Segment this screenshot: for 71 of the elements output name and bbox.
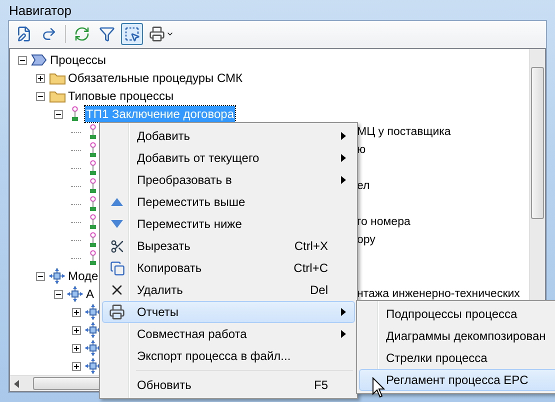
process-step-icon — [89, 196, 97, 212]
model-node-icon — [85, 340, 101, 356]
model-node-icon — [49, 268, 65, 284]
expand-toggle[interactable] — [72, 362, 80, 370]
process-chevron-icon — [31, 54, 47, 66]
tree-item-label: ю — [357, 142, 366, 158]
process-step-icon — [89, 232, 97, 248]
menu-item[interactable]: Диаграммы декомпозирован — [359, 325, 555, 347]
process-step-icon — [71, 106, 79, 122]
down-arrow-icon — [111, 220, 123, 228]
tree-item-label[interactable]: Процессы — [49, 52, 108, 68]
process-step-icon — [89, 250, 97, 266]
collapse-toggle[interactable] — [54, 110, 62, 118]
menu-item[interactable]: Экспорт процесса в файл... — [102, 345, 355, 367]
folder-icon — [48, 72, 66, 84]
menu-item[interactable]: Совместная работа — [102, 323, 355, 345]
process-step-icon — [89, 178, 97, 194]
collapse-toggle[interactable] — [54, 290, 62, 298]
refresh-icon — [74, 26, 90, 42]
process-step-icon — [89, 124, 97, 140]
scroll-left-arrow-icon[interactable] — [14, 380, 19, 388]
menu-item[interactable]: Обновить F5 — [102, 374, 355, 396]
selection-icon — [124, 26, 140, 42]
up-arrow-icon — [111, 198, 123, 206]
toolbar-button[interactable] — [121, 23, 143, 45]
menu-item[interactable]: Регламент процесса EPC — [359, 369, 555, 391]
collapse-toggle[interactable] — [36, 272, 44, 280]
tree-item-label: ору — [357, 232, 376, 248]
menu-item[interactable]: Отчеты — [102, 301, 355, 323]
window-title: Навигатор — [9, 2, 72, 18]
menu-item[interactable]: Удалить Del — [102, 279, 355, 301]
expand-toggle[interactable] — [36, 74, 44, 82]
model-node-icon — [85, 322, 101, 338]
expand-toggle[interactable] — [72, 326, 80, 334]
caret-icon — [166, 30, 174, 38]
tree-item-label[interactable]: А — [85, 286, 96, 302]
printer-icon — [109, 304, 125, 320]
tree-item-label[interactable]: Обязательные процедуры СМК — [67, 70, 244, 86]
tree-item-label: МЦ у поставщика — [357, 124, 451, 140]
collapse-toggle[interactable] — [36, 92, 44, 100]
model-node-icon — [85, 304, 101, 320]
menu-item[interactable]: Стрелки процесса — [359, 347, 555, 369]
model-node-icon — [85, 358, 101, 374]
folder-icon — [48, 90, 66, 102]
menu-item[interactable]: Добавить — [102, 125, 355, 147]
model-node-icon — [67, 286, 83, 302]
collapse-toggle[interactable] — [18, 56, 26, 64]
menu-item[interactable]: Добавить от текущего — [102, 147, 355, 169]
tree-item-label[interactable]: Типовые процессы — [67, 88, 175, 104]
copy-icon — [110, 260, 124, 276]
menu-item[interactable]: Переместить выше — [102, 191, 355, 213]
filter-icon — [99, 26, 115, 42]
tree-item-label: го номера — [357, 214, 410, 230]
menu-item[interactable]: Переместить ниже — [102, 213, 355, 235]
printer-icon — [149, 26, 165, 42]
edit-icon — [16, 26, 32, 42]
menu-item[interactable]: Преобразовать в — [102, 169, 355, 191]
expand-toggle[interactable] — [72, 344, 80, 352]
menu-item[interactable]: Копировать Ctrl+C — [102, 257, 355, 279]
scissors-icon — [110, 238, 124, 254]
process-step-icon — [89, 160, 97, 176]
process-step-icon — [89, 214, 97, 230]
menu-item[interactable]: Вырезать Ctrl+X — [102, 235, 355, 257]
scrollbar-thumb[interactable] — [531, 67, 544, 219]
expand-toggle[interactable] — [72, 308, 80, 316]
mouse-cursor-icon — [372, 377, 386, 399]
menu-item[interactable]: Подпроцессы процесса — [359, 303, 555, 325]
tree-item-label[interactable]: Моде — [67, 268, 100, 284]
process-step-icon — [89, 142, 97, 158]
tree-item-label: нтажа инженерно-технических — [357, 286, 520, 302]
redo-arrow-icon — [41, 26, 57, 42]
